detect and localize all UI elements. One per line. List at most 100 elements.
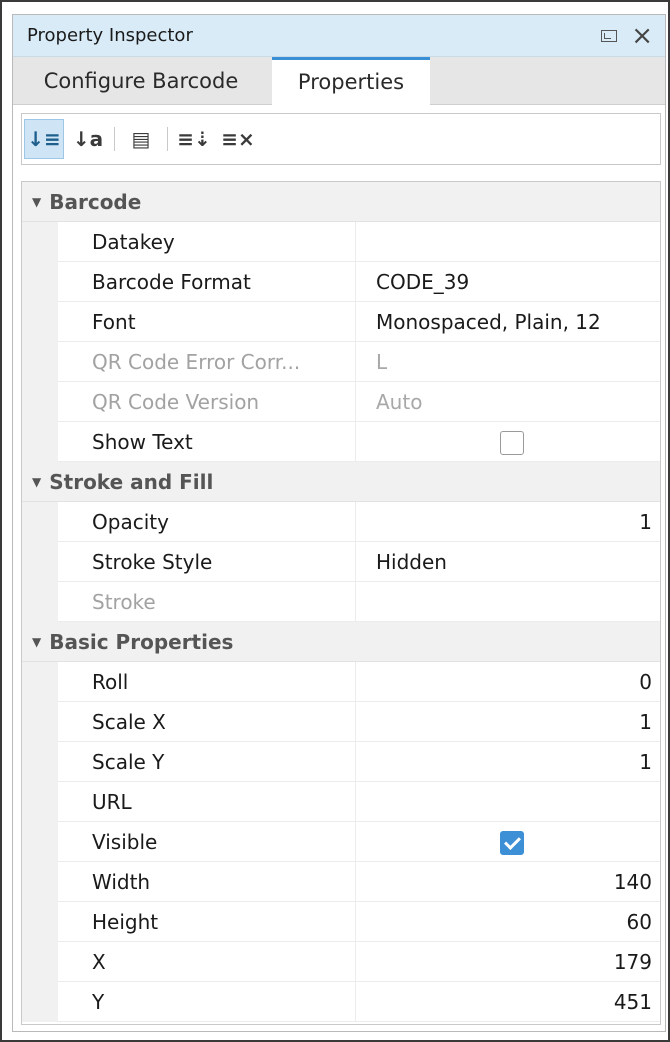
property-row[interactable]: Show Text (22, 422, 660, 462)
property-row[interactable]: Width 140 (22, 862, 660, 902)
property-value: L (376, 350, 388, 374)
property-name: Opacity (92, 510, 169, 534)
row-gutter (22, 582, 58, 622)
property-row[interactable]: Scale Y 1 (22, 742, 660, 782)
property-row[interactable]: Roll 0 (22, 662, 660, 702)
section-header[interactable]: ▼ Basic Properties (22, 622, 660, 662)
row-gutter (22, 862, 58, 902)
property-row[interactable]: Visible (22, 822, 660, 862)
expand-all-icon[interactable]: ≡⇣ (174, 119, 214, 159)
property-name: QR Code Version (92, 390, 260, 414)
sort-categorized-icon[interactable]: ↓≡ (24, 119, 64, 159)
property-name: X (92, 950, 106, 974)
property-row[interactable]: Datakey (22, 222, 660, 262)
section-title: Stroke and Fill (49, 470, 214, 494)
row-gutter (22, 662, 58, 702)
property-row[interactable]: Stroke Style Hidden (22, 542, 660, 582)
column-divider (355, 862, 356, 902)
caret-down-icon[interactable]: ▼ (32, 475, 41, 489)
property-row[interactable]: QR Code Error Corr... L (22, 342, 660, 382)
property-name: Barcode Format (92, 270, 251, 294)
restore-window-icon[interactable] (601, 30, 618, 42)
column-divider (355, 662, 356, 702)
property-name: Visible (92, 830, 158, 854)
property-row[interactable]: Font Monospaced, Plain, 12 (22, 302, 660, 342)
property-checkbox[interactable] (500, 431, 524, 455)
row-gutter (22, 702, 58, 742)
column-divider (355, 422, 356, 462)
row-gutter (22, 502, 58, 542)
collapse-all-icon[interactable]: ≡⨯ (218, 119, 258, 159)
property-value[interactable]: CODE_39 (376, 262, 469, 302)
property-name: Stroke (92, 590, 156, 614)
caret-down-icon[interactable]: ▼ (32, 635, 41, 649)
title-bar: Property Inspector × (13, 15, 665, 57)
property-name: URL (92, 790, 132, 814)
row-gutter (22, 542, 58, 582)
row-gutter (22, 302, 58, 342)
caret-down-icon[interactable]: ▼ (32, 195, 41, 209)
property-table: ▼ Barcode Datakey Barcode Format CODE_39 Font… (21, 181, 661, 1025)
property-row[interactable]: X 179 (22, 942, 660, 982)
property-name: Width (92, 870, 151, 894)
toolbar-area: ↓≡ ↓a ▤ ≡⇣ ≡⨯ (13, 105, 665, 171)
row-gutter (22, 782, 58, 822)
property-name: Stroke Style (92, 550, 213, 574)
column-divider (355, 262, 356, 302)
toolbar: ↓≡ ↓a ▤ ≡⇣ ≡⨯ (21, 113, 661, 165)
property-name: Roll (92, 670, 129, 694)
property-value[interactable]: 1 (639, 702, 652, 742)
property-name: Scale Y (92, 750, 165, 774)
property-row[interactable]: Height 60 (22, 902, 660, 942)
property-value[interactable]: 451 (614, 982, 652, 1022)
property-row[interactable]: Y 451 (22, 982, 660, 1022)
property-value: Auto (376, 390, 423, 414)
property-value[interactable]: 1 (639, 742, 652, 782)
property-value[interactable]: 140 (614, 862, 652, 902)
close-icon[interactable]: × (631, 15, 653, 57)
toolbar-separator (114, 127, 115, 151)
column-divider (355, 222, 356, 262)
property-value[interactable]: 60 (627, 902, 652, 942)
property-name: Datakey (92, 230, 175, 254)
property-name: Scale X (92, 710, 166, 734)
row-gutter (22, 822, 58, 862)
column-divider (355, 822, 356, 862)
property-row[interactable]: Stroke (22, 582, 660, 622)
row-gutter (22, 342, 58, 382)
section-header[interactable]: ▼ Stroke and Fill (22, 462, 660, 502)
property-value[interactable]: 0 (639, 662, 652, 702)
column-divider (355, 702, 356, 742)
property-row[interactable]: Scale X 1 (22, 702, 660, 742)
property-name: Font (92, 310, 136, 334)
column-divider (355, 542, 356, 582)
panel-title: Property Inspector (27, 25, 193, 46)
property-row[interactable]: Barcode Format CODE_39 (22, 262, 660, 302)
tab-strip: Configure Barcode Properties (13, 57, 665, 106)
row-gutter (22, 382, 58, 422)
tab-properties[interactable]: Properties (272, 57, 430, 106)
row-gutter (22, 902, 58, 942)
section-header[interactable]: ▼ Barcode (22, 182, 660, 222)
sort-alphabetical-icon[interactable]: ↓a (68, 119, 108, 159)
column-divider (355, 342, 356, 382)
column-divider (355, 982, 356, 1022)
tab-configure-barcode[interactable]: Configure Barcode (13, 57, 269, 105)
property-checkbox[interactable] (500, 831, 524, 855)
property-value[interactable]: Hidden (376, 542, 447, 582)
property-value[interactable]: 1 (639, 502, 652, 542)
row-gutter (22, 942, 58, 982)
property-name: Height (92, 910, 159, 934)
property-row[interactable]: Opacity 1 (22, 502, 660, 542)
property-value[interactable]: Monospaced, Plain, 12 (376, 302, 601, 342)
property-row[interactable]: QR Code Version Auto (22, 382, 660, 422)
column-divider (355, 382, 356, 422)
property-value[interactable]: 179 (614, 942, 652, 982)
property-name: QR Code Error Corr... (92, 350, 301, 374)
row-gutter (22, 742, 58, 782)
show-descriptions-icon[interactable]: ▤ (121, 119, 161, 159)
window-frame: Property Inspector × Configure Barcode P… (0, 0, 670, 1042)
column-divider (355, 742, 356, 782)
section-title: Basic Properties (49, 630, 234, 654)
property-row[interactable]: URL (22, 782, 660, 822)
